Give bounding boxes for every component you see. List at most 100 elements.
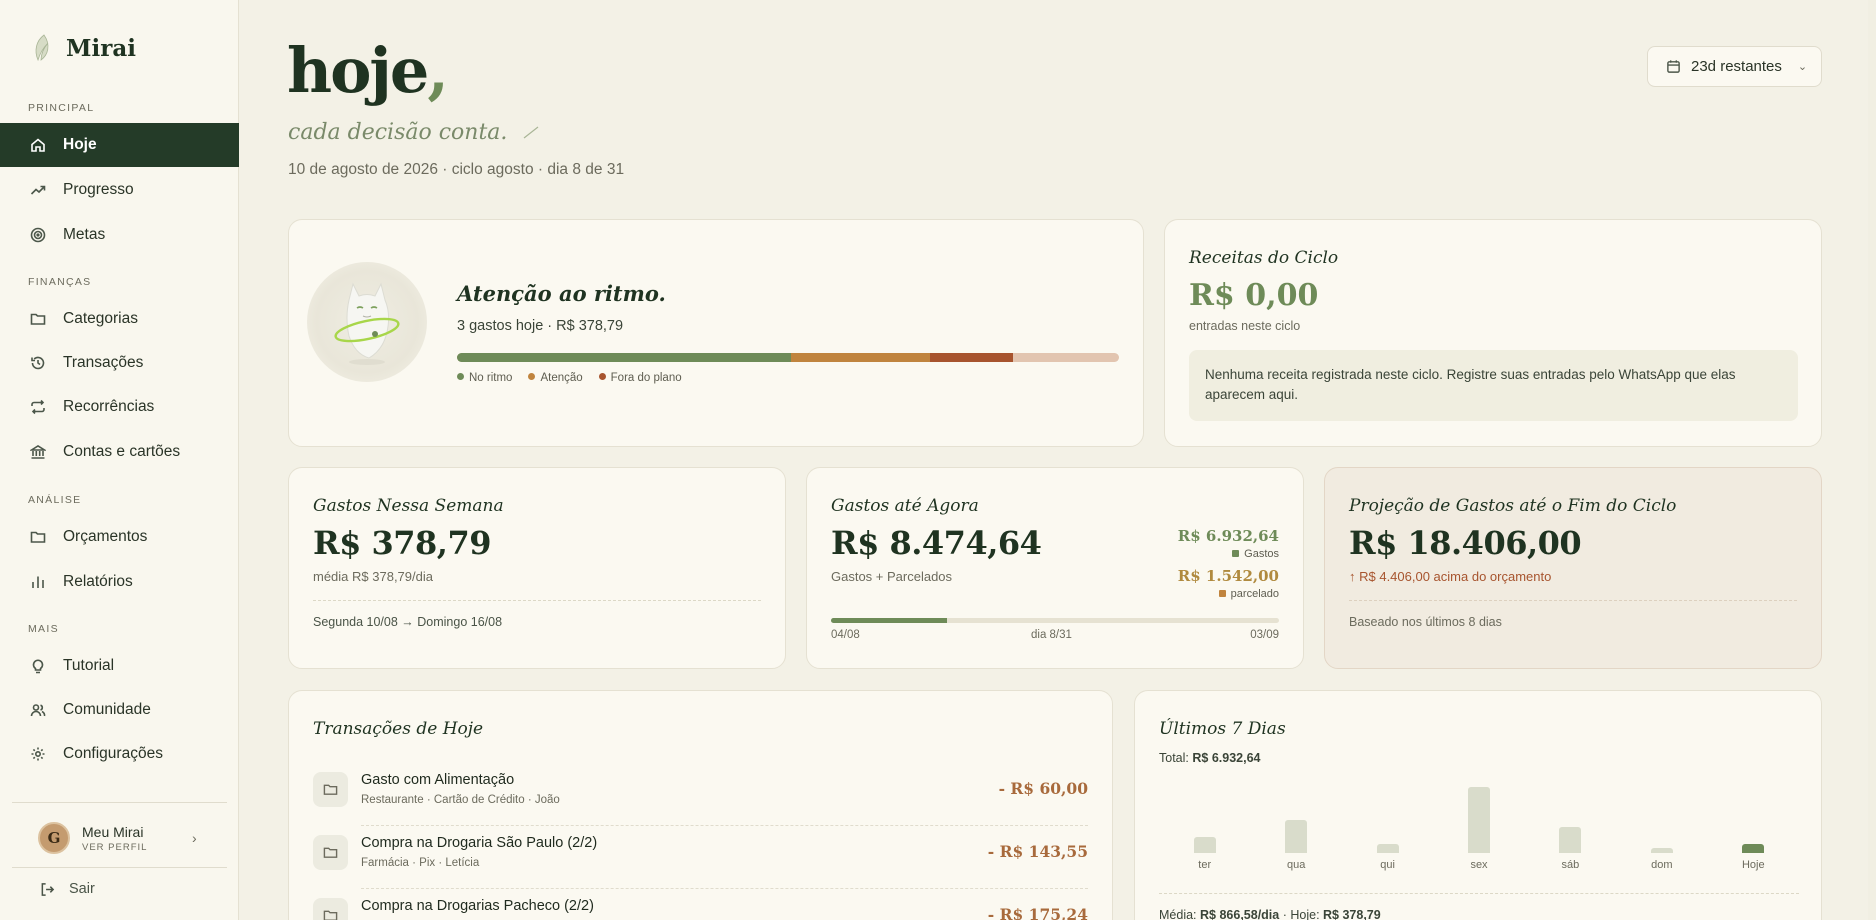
page-subtitle: cada decisão conta. [288,120,540,145]
sidebar-item-comunidade[interactable]: Comunidade [0,688,239,732]
sidebar-item-hoje[interactable]: Hoje [0,123,239,167]
logo[interactable]: Mirai [30,33,136,63]
gear-icon [31,747,45,761]
folder-icon [313,772,348,807]
page-title-text: hoje [287,34,429,107]
sidebar-item-label: Relatórios [63,573,133,590]
section-label-mais: MAIS [28,623,59,635]
sidebar-item-tutorial[interactable]: Tutorial [0,644,239,688]
target-icon [30,227,46,243]
sidebar-item-configuracoes[interactable]: Configurações [0,732,239,776]
folder-icon [313,898,348,920]
divider [1159,893,1799,894]
divider [1349,600,1797,601]
sidebar-item-label: Comunidade [63,701,151,718]
last7-title: Últimos 7 Dias [1159,719,1286,739]
sidebar-item-contas-e-cartoes[interactable]: Contas e cartões [0,430,239,474]
date-line: 10 de agosto de 2026 · ciclo agosto · di… [288,161,625,178]
income-note: entradas neste ciclo [1189,319,1301,333]
profile-name: Meu Mirai [82,823,144,840]
calendar-icon [1667,60,1680,73]
logout-label: Sair [69,881,95,897]
sidebar-item-progresso[interactable]: Progresso [0,168,239,212]
income-empty-message: Nenhuma receita registrada neste ciclo. … [1189,350,1798,421]
transaction-amount: - R$ 143,55 [987,842,1088,861]
week-average: média R$ 378,79/dia [313,569,433,584]
last7-total-value: R$ 6.932,64 [1192,751,1261,765]
projection-note: Baseado nos últimos 8 dias [1349,615,1502,629]
spent-title: Gastos até Agora [831,496,979,516]
bank-icon [30,445,46,459]
section-label-principal: PRINCIPAL [28,102,95,114]
pace-segment-fora-do-plano [930,353,1014,362]
repeat-icon [31,399,45,415]
scrollbar[interactable] [1868,0,1876,920]
transaction-row[interactable]: Compra na Drogarias Pacheco (2/2) - R$ 1… [313,889,1088,920]
bar-label: sex [1470,859,1488,871]
transaction-name: Gasto com Alimentação [361,772,515,788]
sidebar-item-label: Recorrências [63,398,155,415]
avatar: G [38,822,70,854]
legend-item: Fora do plano [598,372,682,384]
cycle-selector-label: 23d restantes [1691,58,1782,75]
status-title: Atenção ao ritmo. [457,281,666,306]
last7-total-label: Total: [1159,751,1189,765]
bar-label: ter [1198,859,1212,871]
last7-avg-label: Média: [1159,908,1197,920]
cycle-selector[interactable]: 23d restantes ⌄ [1647,46,1822,87]
transaction-amount: - R$ 175,24 [987,905,1088,920]
folder-icon [30,531,46,543]
bar-chart-icon [32,576,44,588]
mascot-image [307,262,427,382]
sidebar-item-relatorios[interactable]: Relatórios [0,560,239,604]
chevron-down-icon: ⌄ [1797,61,1808,73]
profile-link[interactable]: G Meu Mirai VER PERFIL › [38,820,208,856]
logout-button[interactable]: Sair [40,881,95,897]
cycle-start: 04/08 [831,629,860,641]
sidebar-item-label: Orçamentos [63,528,148,545]
cycle-progress-fill [831,618,947,623]
page-title: hoje, [287,34,449,107]
sidebar-item-transacoes[interactable]: Transações [0,341,239,385]
projection-delta: ↑ R$ 4.406,00 acima do orçamento [1349,569,1552,584]
cycle-day: dia 8/31 [1031,629,1072,641]
pace-segment-atencao [791,353,931,362]
transaction-name: Compra na Drogarias Pacheco (2/2) [361,898,594,914]
spent-value: R$ 8.474,64 [831,524,1042,562]
status-card: Atenção ao ritmo. 3 gastos hoje · R$ 378… [288,219,1144,447]
sidebar-item-orcamentos[interactable]: Orçamentos [0,515,239,559]
income-title: Receitas do Ciclo [1189,248,1339,268]
lightbulb-icon [32,659,44,674]
sidebar-item-label: Categorias [63,310,138,327]
sidebar-item-categorias[interactable]: Categorias [0,297,239,341]
transaction-name: Compra na Drogaria São Paulo (2/2) [361,835,598,851]
legend-item: No ritmo [457,372,512,384]
bar-sex [1468,787,1490,853]
pace-legend: No ritmo Atenção Fora do plano [457,372,682,384]
sidebar-item-recorrencias[interactable]: Recorrências [0,385,239,429]
sidebar-item-label: Tutorial [63,657,115,674]
gastos-label: Gastos [1232,548,1279,560]
transaction-meta: Farmácia · Pix · Letícia [361,857,480,869]
sidebar-item-label: Transações [63,354,144,371]
cycle-end: 03/09 [1250,629,1279,641]
income-value: R$ 0,00 [1189,278,1319,313]
bar-label: Hoje [1741,859,1765,871]
bar-sáb [1559,826,1582,853]
sidebar-item-metas[interactable]: Metas [0,213,239,257]
transaction-row[interactable]: Gasto com Alimentação Restaurante · Cart… [313,763,1088,826]
parcelado-label: parcelado [1218,588,1279,600]
income-card: Receitas do Ciclo R$ 0,00 entradas neste… [1164,219,1822,447]
transaction-row[interactable]: Compra na Drogaria São Paulo (2/2) Farmá… [313,826,1088,889]
divider [313,600,761,601]
bar-qua [1285,820,1308,853]
sidebar-item-label: Configurações [63,745,163,762]
pace-segment-no-ritmo [457,353,792,362]
bar-dom [1650,847,1673,853]
sidebar-item-label: Metas [63,226,106,243]
last7-today-label: Hoje: [1290,908,1320,920]
pace-bar [457,353,1119,362]
last7-total: Total: R$ 6.932,64 [1159,751,1260,765]
legend-item: Atenção [528,372,583,384]
bar-label: sáb [1561,859,1580,871]
